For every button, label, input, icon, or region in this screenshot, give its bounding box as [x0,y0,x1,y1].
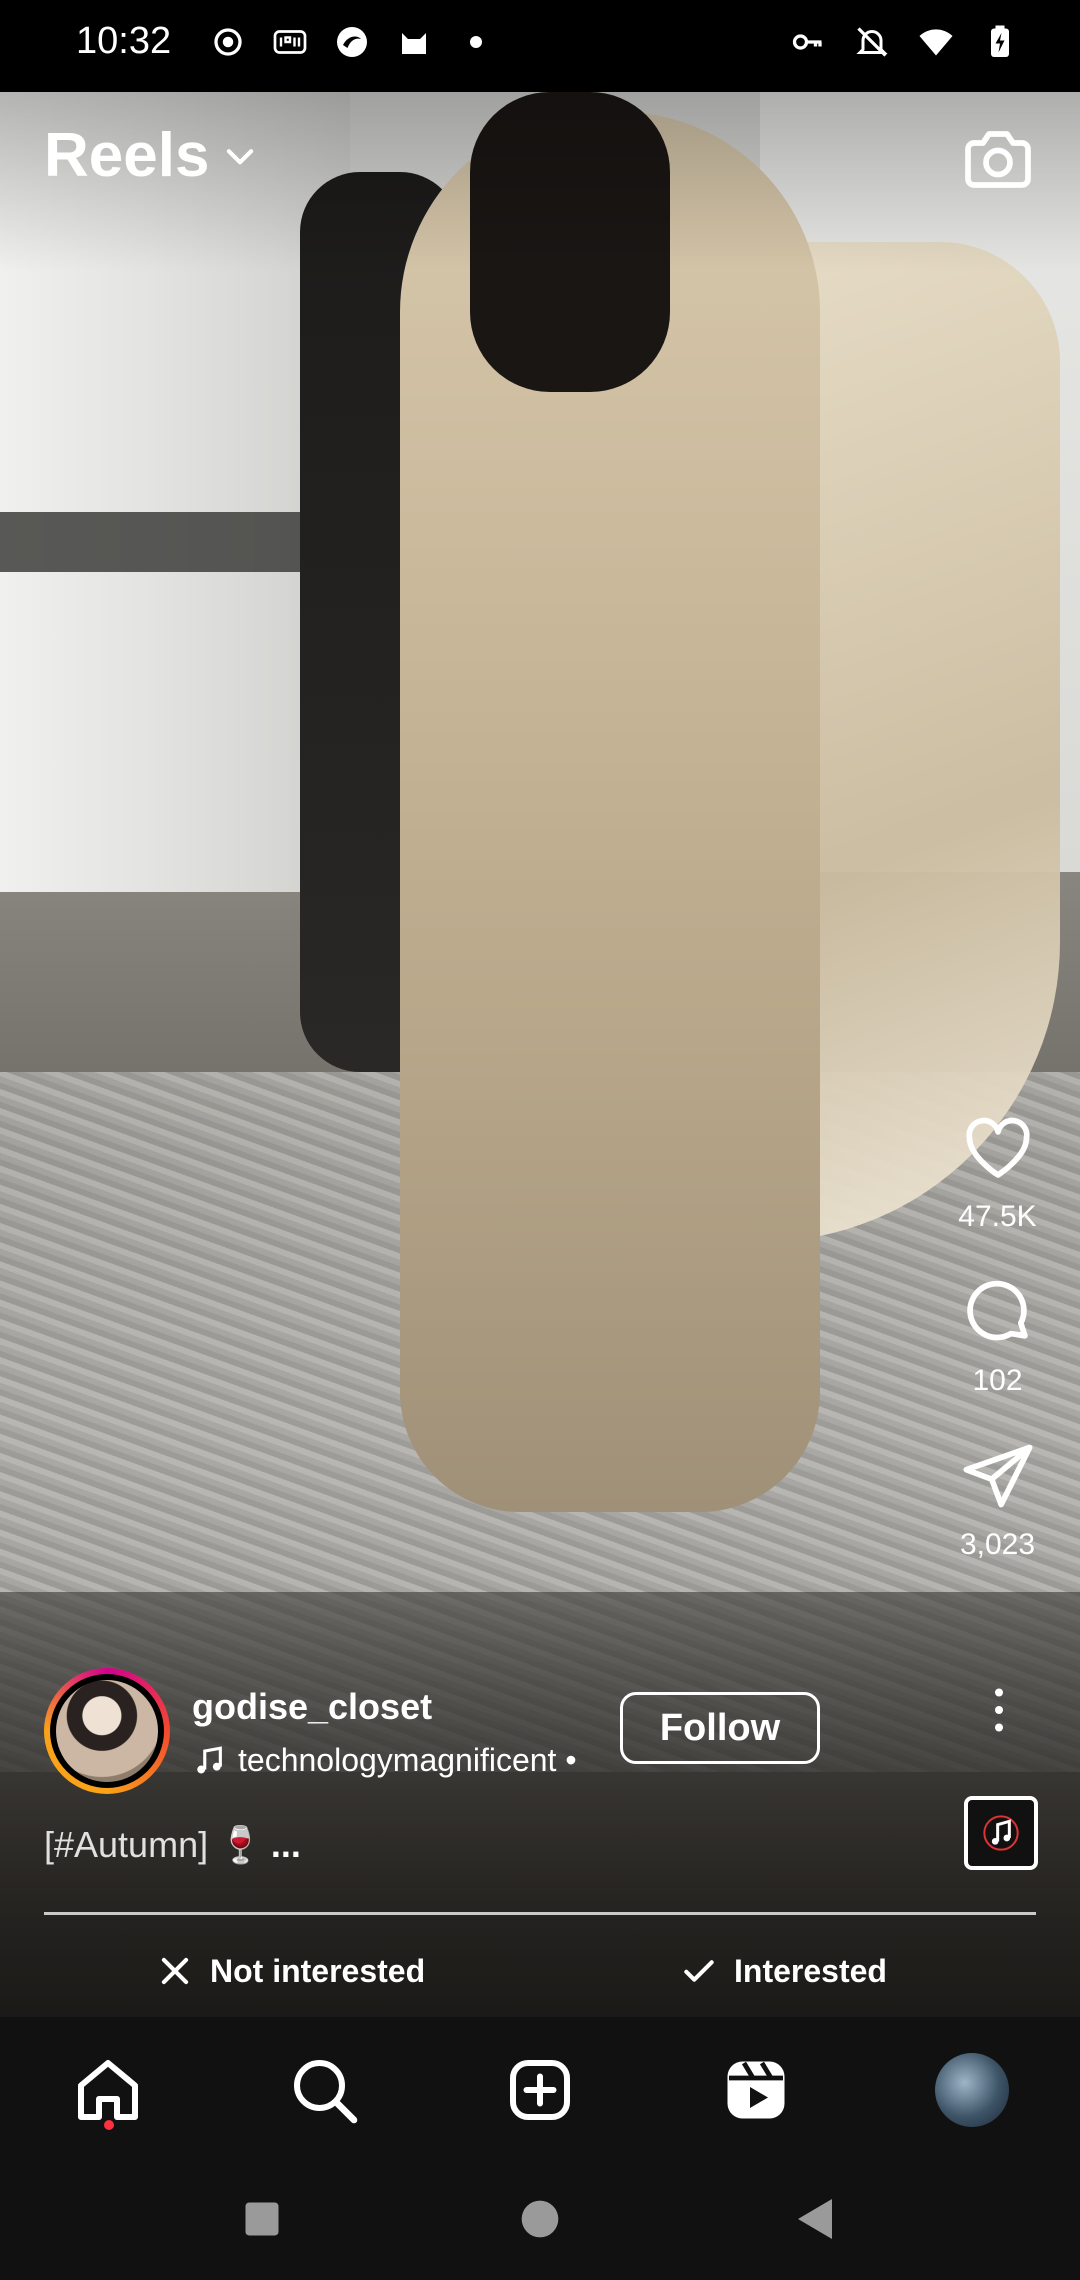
nav-home[interactable] [68,2050,148,2130]
app-icon [332,22,372,62]
share-count: 3,023 [959,1528,1036,1561]
key-icon [788,22,828,62]
audio-thumbnail[interactable] [964,1796,1038,1870]
interested-button[interactable]: Interested [680,1952,887,1990]
status-left-icons [208,22,496,62]
video-background-rail [0,512,340,572]
home-icon [78,2060,138,2120]
audio-name: technologymagnificent • [238,1742,577,1778]
chevron-down-icon [227,148,254,164]
send-icon[interactable] [960,1438,1036,1514]
bell-off-icon [852,22,892,62]
cat-icon [394,22,434,62]
wifi-icon [916,22,956,62]
system-navigation-bar [0,2167,1080,2280]
back-triangle-icon [798,2199,832,2239]
back-button[interactable] [786,2189,846,2249]
caption-text: [#Autumn] 🍷 [44,1824,263,1865]
like-action: 47.5K [958,1110,1037,1234]
camera-icon [965,131,1031,188]
avatar-image [56,1680,158,1782]
nav-create[interactable] [500,2050,580,2130]
circle-icon [521,2200,559,2238]
nav-reels[interactable] [716,2050,796,2130]
status-bar: 10:32 [0,0,1080,92]
not-interested-button[interactable]: Not interested [156,1952,425,1990]
close-icon [161,1957,189,1985]
comment-action: 102 [960,1274,1036,1398]
audio-attribution[interactable]: technologymagnificent • [192,1742,577,1779]
status-time: 10:32 [76,20,172,62]
heart-icon[interactable] [960,1110,1036,1186]
reels-feed-selector[interactable]: Reels [44,120,259,191]
notification-dot [104,2120,114,2130]
music-note-icon [983,1815,1019,1851]
comment-icon[interactable] [960,1274,1036,1350]
nav-search[interactable] [284,2050,364,2130]
music-note-icon [197,1745,222,1773]
caption-more[interactable]: ... [271,1824,301,1866]
dot-icon [456,22,496,62]
camera-button[interactable] [962,122,1034,194]
interested-label: Interested [734,1952,887,1989]
profile-avatar [935,2053,1009,2127]
author-avatar[interactable] [44,1668,170,1794]
square-icon [245,2202,279,2236]
like-count: 47.5K [958,1200,1037,1233]
reel-actions: 47.5K 102 3,023 [940,1110,1055,1562]
page-title: Reels [44,121,210,190]
divider [44,1912,1036,1915]
reel-caption[interactable]: [#Autumn] 🍷 ... [44,1824,301,1866]
share-action: 3,023 [960,1438,1036,1562]
bottom-navigation [0,2017,1080,2167]
avatar-ring-gap [50,1674,164,1788]
nav-profile[interactable] [932,2050,1012,2130]
check-icon [684,1960,714,1982]
author-username[interactable]: godise_closet [192,1686,432,1728]
create-icon [510,2060,570,2120]
not-interested-label: Not interested [210,1952,426,1989]
follow-button[interactable]: Follow [620,1692,820,1764]
status-right-icons [788,22,1020,62]
iqiyi-icon [270,22,310,62]
record-icon [208,22,248,62]
search-icon [294,2060,358,2124]
home-system-button[interactable] [510,2189,570,2249]
recents-button[interactable] [232,2189,292,2249]
more-vertical-icon [995,1688,1003,1732]
battery-charging-icon [980,22,1020,62]
more-options-button[interactable] [976,1685,1022,1735]
comment-count: 102 [972,1364,1023,1397]
reels-icon [727,2061,785,2119]
